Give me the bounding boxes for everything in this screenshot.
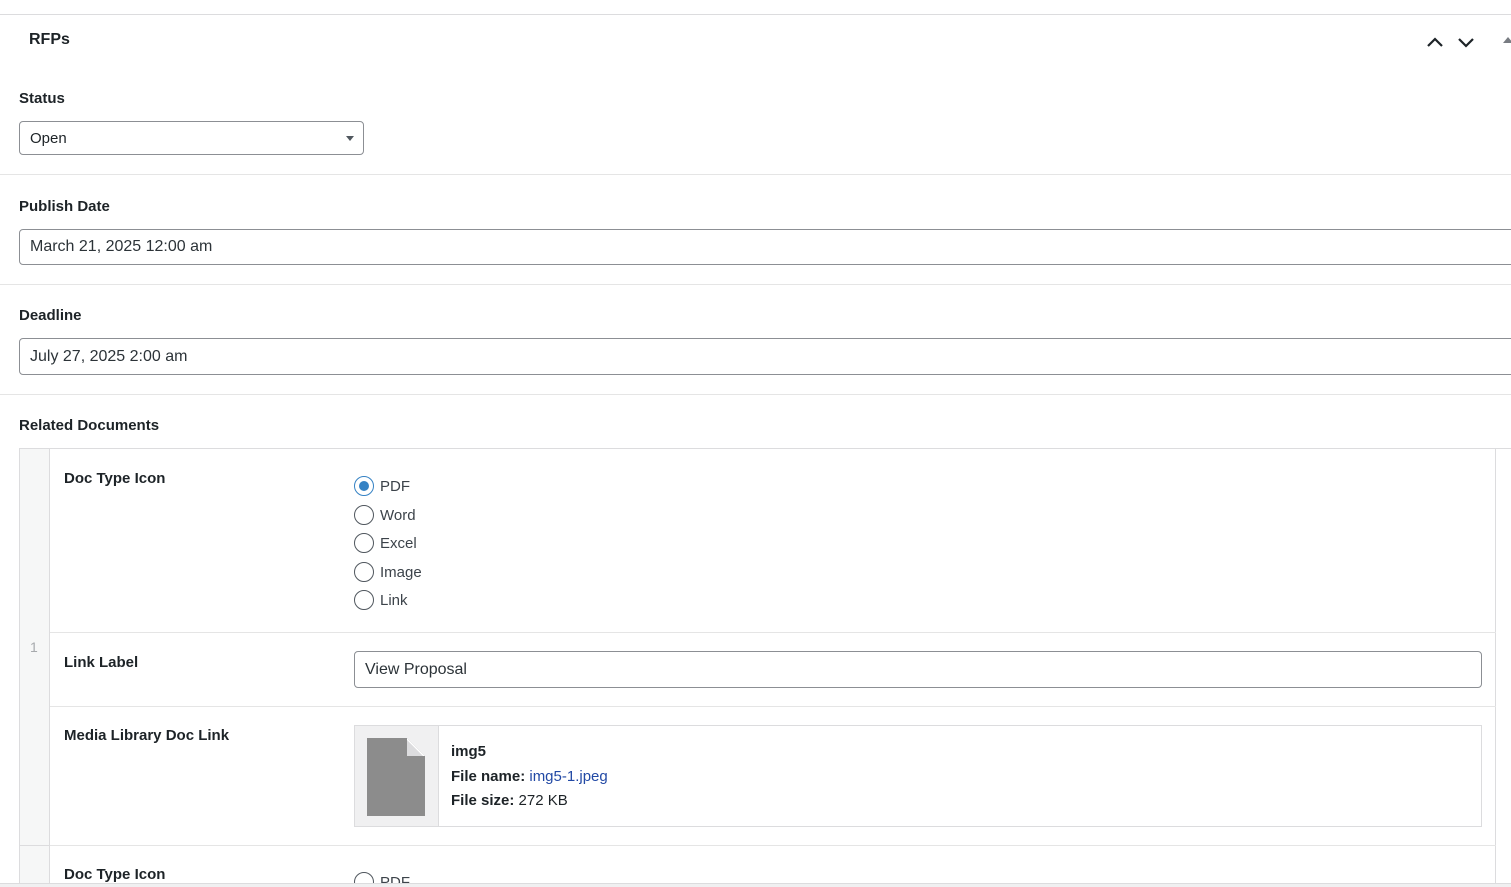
- divider: [50, 632, 1496, 633]
- doc-type-option-word[interactable]: Word: [354, 505, 416, 525]
- divider: [50, 706, 1496, 707]
- related-documents-repeater: 1 Doc Type Icon PDF Word Excel Image Lin…: [19, 448, 1511, 887]
- file-name-link[interactable]: img5-1.jpeg: [529, 768, 607, 785]
- doc-type-option-image[interactable]: Image: [354, 562, 422, 582]
- divider: [0, 174, 1511, 175]
- doc-type-label: Doc Type Icon: [64, 470, 166, 487]
- document-icon: [367, 738, 425, 816]
- radio[interactable]: [354, 590, 374, 610]
- file-size-row: File size: 272 KB: [451, 789, 608, 814]
- link-label-input[interactable]: View Proposal: [354, 651, 1482, 688]
- divider: [0, 284, 1511, 285]
- move-up-button[interactable]: [1424, 31, 1446, 53]
- panel-header: RFPs: [0, 15, 1511, 65]
- deadline-value: July 27, 2025 2:00 am: [30, 347, 188, 365]
- doc-type-option-excel[interactable]: Excel: [354, 533, 417, 553]
- radio[interactable]: [354, 533, 374, 553]
- link-label-value: View Proposal: [365, 660, 467, 678]
- chevron-up-icon: [1427, 37, 1443, 47]
- radio-checked[interactable]: [354, 476, 374, 496]
- file-size-label: File size:: [451, 792, 515, 809]
- publish-date-input[interactable]: March 21, 2025 12:00 am: [19, 229, 1511, 265]
- select-arrow-icon: [346, 136, 354, 141]
- bottom-divider: [0, 883, 1511, 887]
- status-select-value: Open: [30, 129, 67, 147]
- file-size-value: 272 KB: [518, 792, 568, 809]
- move-down-button[interactable]: [1455, 31, 1477, 53]
- row-handle[interactable]: [20, 845, 50, 887]
- related-documents-label: Related Documents: [19, 417, 160, 434]
- toggle-panel-icon[interactable]: [1503, 37, 1511, 43]
- deadline-label: Deadline: [19, 307, 82, 324]
- media-file-card[interactable]: img5 File name: img5-1.jpeg File size: 2…: [354, 725, 1482, 827]
- file-name-row: File name: img5-1.jpeg: [451, 765, 608, 790]
- radio[interactable]: [354, 505, 374, 525]
- panel-title: RFPs: [29, 31, 70, 48]
- deadline-input[interactable]: July 27, 2025 2:00 am: [19, 338, 1511, 375]
- file-info: img5 File name: img5-1.jpeg File size: 2…: [451, 740, 608, 814]
- doc-type-option-link[interactable]: Link: [354, 590, 408, 610]
- radio-label: PDF: [380, 477, 410, 495]
- row-handle[interactable]: 1: [20, 449, 50, 845]
- radio[interactable]: [354, 562, 374, 582]
- row-number: 1: [30, 639, 38, 655]
- repeater-edge: [1495, 449, 1496, 887]
- file-thumbnail: [355, 726, 439, 826]
- radio-label: Word: [380, 506, 416, 524]
- divider: [0, 394, 1511, 395]
- publish-date-label: Publish Date: [19, 198, 110, 215]
- radio-label: Excel: [380, 534, 417, 552]
- radio-label: Image: [380, 563, 422, 581]
- status-select[interactable]: Open: [19, 121, 364, 155]
- file-name-label: File name:: [451, 767, 526, 785]
- divider: [50, 845, 1496, 846]
- doc-type-option-pdf[interactable]: PDF: [354, 476, 410, 496]
- radio-label: Link: [380, 591, 408, 609]
- chevron-down-icon: [1458, 38, 1474, 48]
- file-title: img5: [451, 743, 487, 760]
- media-library-label: Media Library Doc Link: [64, 727, 230, 744]
- link-label-label: Link Label: [64, 654, 139, 671]
- doc-type-label: Doc Type Icon: [64, 866, 166, 883]
- publish-date-value: March 21, 2025 12:00 am: [30, 238, 213, 255]
- status-label: Status: [19, 90, 65, 107]
